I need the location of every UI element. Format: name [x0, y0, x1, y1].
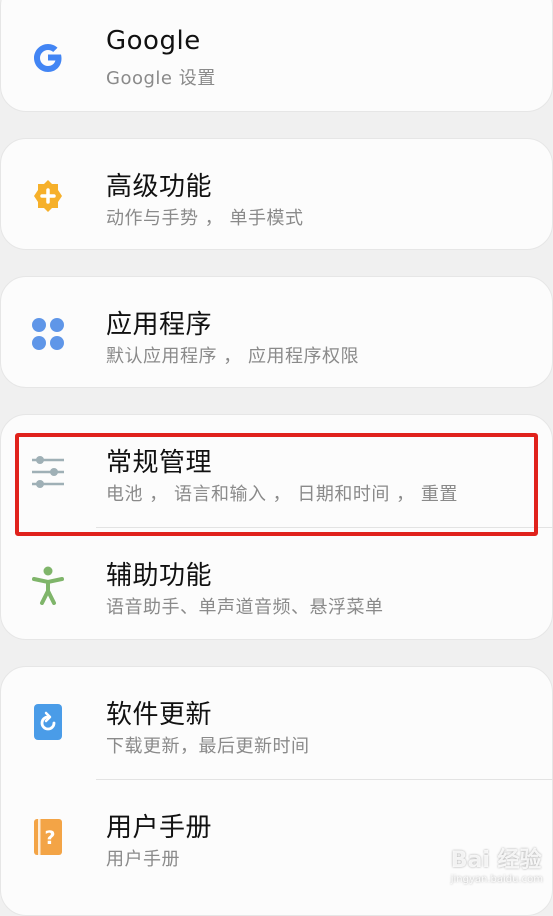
settings-item-advanced-features[interactable]: 高级功能 动作与手势 ， 单手模式: [0, 138, 553, 250]
software-update-icon: [28, 702, 68, 742]
user-manual-icon: ?: [28, 817, 68, 857]
item-title: 应用程序: [106, 310, 213, 340]
watermark-logo-text: Bai 经验: [450, 848, 542, 873]
watermark: Bai 经验 jingyan.baidu.com: [451, 842, 543, 885]
item-subtitle: 下载更新，最后更新时间: [106, 736, 310, 757]
watermark-url: jingyan.baidu.com: [450, 874, 543, 885]
settings-item-apps[interactable]: 应用程序 默认应用程序 ， 应用程序权限: [0, 276, 553, 388]
settings-item-accessibility[interactable]: 辅助功能 语音助手、单声道音频、悬浮菜单: [0, 527, 553, 639]
highlight-box: [15, 433, 538, 536]
item-subtitle: 语音助手、单声道音频、悬浮菜单: [106, 597, 384, 618]
item-title: 高级功能: [106, 172, 213, 202]
apps-icon: [28, 314, 68, 354]
item-subtitle: 默认应用程序 ， 应用程序权限: [106, 346, 359, 367]
item-title: Google: [106, 26, 201, 56]
item-subtitle: 用户手册: [106, 849, 180, 870]
advanced-features-icon: [28, 176, 68, 216]
item-title: 软件更新: [106, 700, 213, 730]
svg-text:?: ?: [44, 827, 55, 849]
google-icon: [28, 36, 68, 76]
item-subtitle: 动作与手势 ， 单手模式: [106, 208, 304, 229]
settings-item-software-update[interactable]: 软件更新 下载更新，最后更新时间: [0, 666, 553, 778]
item-subtitle: Google 设置: [106, 68, 216, 89]
item-title: 辅助功能: [106, 561, 213, 591]
settings-item-google[interactable]: Google Google 设置: [0, 0, 553, 112]
item-title: 用户手册: [106, 813, 213, 843]
accessibility-icon: [28, 565, 68, 605]
